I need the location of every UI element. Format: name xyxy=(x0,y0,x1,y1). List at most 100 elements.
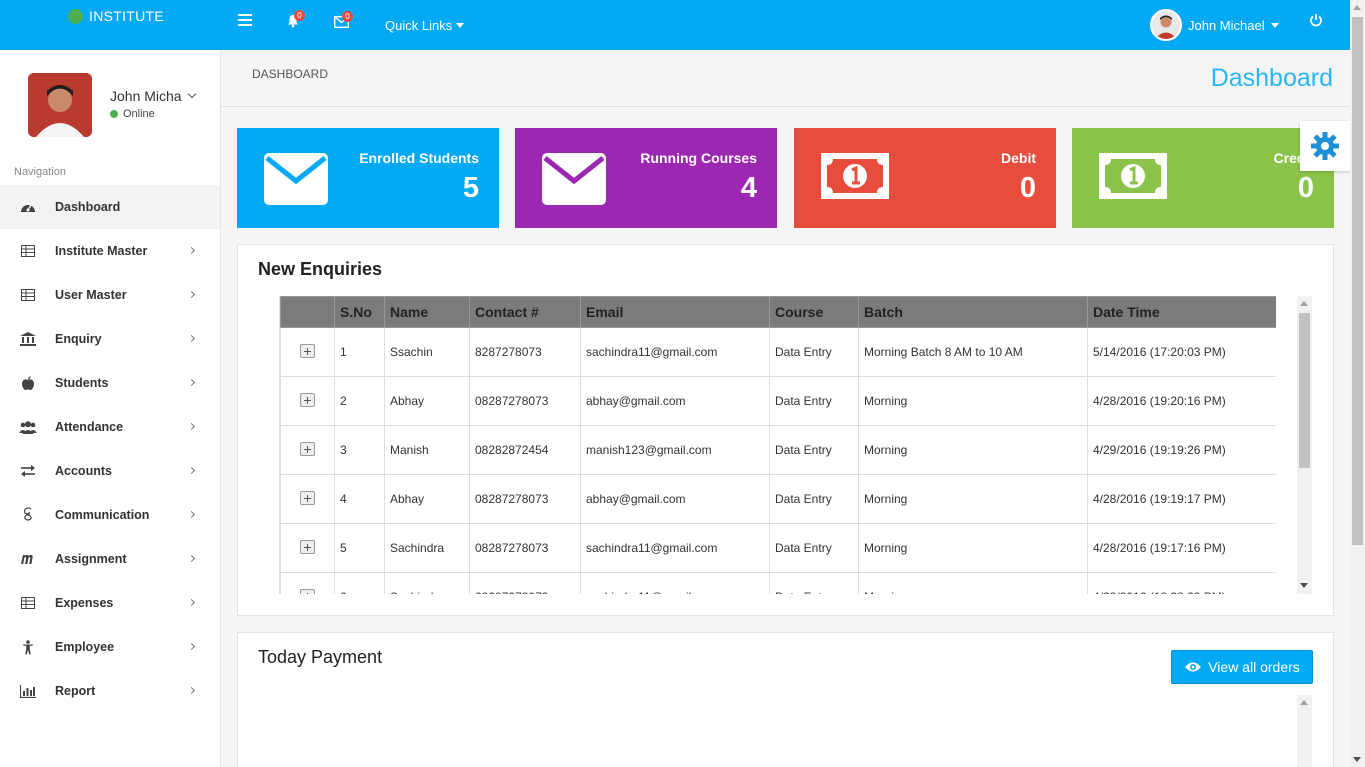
sidebar-item-expenses[interactable]: Expenses xyxy=(0,581,220,625)
page-scrollbar-thumb[interactable] xyxy=(1352,17,1363,545)
scrollbar-thumb[interactable] xyxy=(1299,313,1310,468)
stat-card-enrolled-students[interactable]: Enrolled Students 5 xyxy=(237,128,499,228)
brand-logo[interactable]: INSTITUTE xyxy=(68,8,164,24)
sidebar-item-report[interactable]: Report xyxy=(0,669,220,713)
table-icon xyxy=(19,243,37,259)
sidebar-item-label: Communication xyxy=(55,508,150,522)
scroll-down-icon[interactable] xyxy=(1353,757,1361,762)
breadcrumb: DASHBOARD xyxy=(252,67,329,81)
table-row: 1 Ssachin 8287278073 sachindra11@gmail.c… xyxy=(280,327,1276,377)
sidebar-item-label: Expenses xyxy=(55,596,114,610)
expand-plus-icon[interactable] xyxy=(300,539,315,554)
column-header[interactable]: Course xyxy=(769,296,859,328)
expand-plus-icon[interactable] xyxy=(300,343,315,358)
expand-cell[interactable] xyxy=(280,474,335,524)
chevron-right-icon xyxy=(187,378,196,387)
expand-plus-icon[interactable] xyxy=(300,392,315,407)
users-icon xyxy=(19,419,37,435)
exchange-icon xyxy=(19,463,37,479)
chevron-right-icon xyxy=(187,466,196,475)
column-header[interactable]: Date Time xyxy=(1087,296,1276,328)
profile-name-dropdown[interactable]: John Micha xyxy=(110,88,196,104)
expand-plus-icon[interactable] xyxy=(300,588,315,594)
gear-icon xyxy=(1311,132,1339,160)
quick-links-dropdown[interactable]: Quick Links xyxy=(385,18,465,33)
column-header[interactable]: Name xyxy=(384,296,470,328)
google-icon xyxy=(19,507,37,523)
expand-cell[interactable] xyxy=(280,425,335,475)
stat-card-running-courses[interactable]: Running Courses 4 xyxy=(515,128,777,228)
expand-plus-icon[interactable] xyxy=(300,441,315,456)
top-navbar: INSTITUTE 0 0 Quick Links John Michael xyxy=(0,0,1365,50)
profile-avatar[interactable] xyxy=(28,73,92,137)
scroll-up-icon[interactable] xyxy=(1353,5,1361,10)
stat-card-debit[interactable]: Debit 0 xyxy=(794,128,1056,228)
table-cell: 3 xyxy=(334,425,385,475)
sidebar-item-accounts[interactable]: Accounts xyxy=(0,449,220,493)
menu-toggle-icon[interactable] xyxy=(238,14,252,26)
user-menu[interactable]: John Michael xyxy=(1150,9,1279,41)
stat-label: Debit xyxy=(1001,150,1036,166)
stat-label: Running Courses xyxy=(640,150,757,166)
messages-button[interactable]: 0 xyxy=(333,11,353,33)
sidebar-item-assignment[interactable]: Assignment xyxy=(0,537,220,581)
table-row: 6 Sachindra 08287278073 sachindra11@gmai… xyxy=(280,572,1276,594)
page-scrollbar[interactable] xyxy=(1350,0,1365,767)
chevron-right-icon xyxy=(187,554,196,563)
logout-button[interactable] xyxy=(1309,13,1323,32)
payment-scrollbar[interactable] xyxy=(1297,695,1312,767)
scroll-up-icon[interactable] xyxy=(1300,700,1308,705)
notifications-button[interactable]: 0 xyxy=(286,10,305,33)
messages-badge: 0 xyxy=(342,11,353,22)
enquiries-scrollbar[interactable] xyxy=(1297,296,1312,594)
table-icon xyxy=(19,287,37,303)
scroll-down-icon[interactable] xyxy=(1300,583,1308,588)
money-icon xyxy=(821,153,889,199)
envelope-icon xyxy=(542,153,606,205)
chevron-right-icon xyxy=(187,334,196,343)
chevron-right-icon xyxy=(187,422,196,431)
table-cell: Data Entry xyxy=(769,425,859,475)
stat-value: 0 xyxy=(1297,172,1314,204)
expand-cell[interactable] xyxy=(280,523,335,573)
enquiries-table-container[interactable]: S.No Name Contact # Email Course Batch D… xyxy=(279,296,1276,594)
table-cell: 8287278073 xyxy=(469,327,581,377)
stat-card-credit[interactable]: Credit 0 xyxy=(1072,128,1334,228)
table-cell: 4/28/2016 (19:19:17 PM) xyxy=(1087,474,1276,524)
m-icon xyxy=(19,551,37,567)
notifications-badge: 0 xyxy=(294,10,305,21)
column-header[interactable]: Batch xyxy=(858,296,1088,328)
view-all-orders-button[interactable]: View all orders xyxy=(1171,650,1313,684)
sidebar-item-dashboard[interactable]: Dashboard xyxy=(0,185,220,229)
table-cell: 08282872454 xyxy=(469,425,581,475)
table-cell: 4/28/2016 (19:17:16 PM) xyxy=(1087,523,1276,573)
sidebar-item-institute-master[interactable]: Institute Master xyxy=(0,229,220,273)
settings-button[interactable] xyxy=(1300,121,1350,171)
expand-cell[interactable] xyxy=(280,327,335,377)
today-payment-panel: Today Payment View all orders xyxy=(237,632,1334,767)
table-cell: 4/28/2016 (19:20:16 PM) xyxy=(1087,376,1276,426)
sidebar-item-label: Attendance xyxy=(55,420,124,434)
expand-cell[interactable] xyxy=(280,376,335,426)
table-cell: 5 xyxy=(334,523,385,573)
sidebar-item-enquiry[interactable]: Enquiry xyxy=(0,317,220,361)
sidebar-item-communication[interactable]: Communication xyxy=(0,493,220,537)
table-row: 5 Sachindra 08287278073 sachindra11@gmai… xyxy=(280,523,1276,573)
sidebar-item-label: Dashboard xyxy=(55,200,121,214)
bar-chart-icon xyxy=(19,683,37,699)
column-header[interactable]: S.No xyxy=(334,296,385,328)
expand-cell[interactable] xyxy=(280,572,335,594)
sidebar-item-user-master[interactable]: User Master xyxy=(0,273,220,317)
eye-icon xyxy=(1185,662,1202,672)
sidebar-item-attendance[interactable]: Attendance xyxy=(0,405,220,449)
sidebar-item-students[interactable]: Students xyxy=(0,361,220,405)
column-header[interactable]: Email xyxy=(580,296,770,328)
table-header-row: S.No Name Contact # Email Course Batch D… xyxy=(280,296,1276,328)
table-cell: Data Entry xyxy=(769,376,859,426)
expand-plus-icon[interactable] xyxy=(300,490,315,505)
sidebar-item-employee[interactable]: Employee xyxy=(0,625,220,669)
column-header[interactable]: Contact # xyxy=(469,296,581,328)
scroll-up-icon[interactable] xyxy=(1300,301,1308,306)
sidebar-item-label: Enquiry xyxy=(55,332,102,346)
table-cell: manish123@gmail.com xyxy=(580,425,770,475)
